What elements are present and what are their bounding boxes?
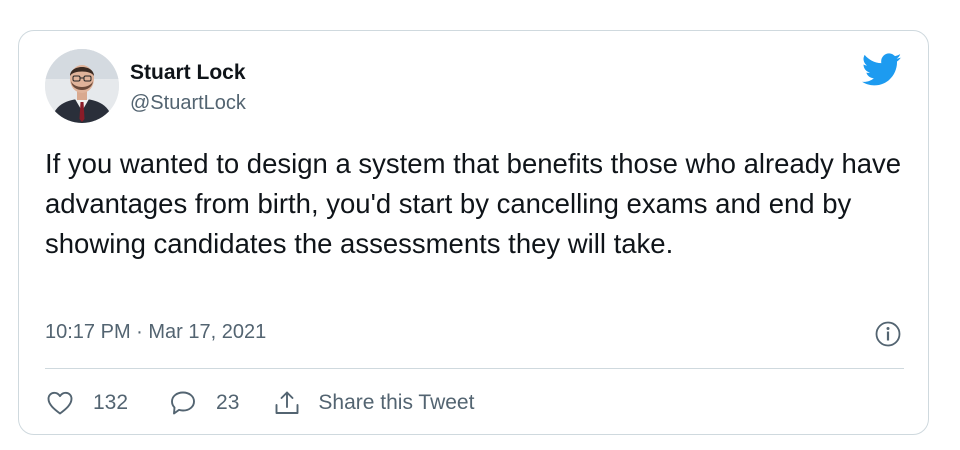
heart-icon (47, 391, 73, 415)
share-upload-icon (275, 391, 299, 414)
author-name[interactable]: Stuart Lock (130, 61, 246, 85)
divider (45, 368, 904, 369)
info-icon[interactable] (874, 320, 902, 348)
speech-bubble-icon (171, 391, 195, 415)
like-count: 132 (93, 391, 129, 414)
tweet-timestamp[interactable]: 10:17 PM · Mar 17, 2021 (45, 321, 266, 344)
reply-button[interactable]: 23 (168, 388, 239, 418)
author-handle[interactable]: @StuartLock (130, 92, 246, 115)
avatar-photo (45, 49, 119, 123)
tweet-card[interactable]: Stuart Lock @StuartLock If you wanted to… (18, 30, 929, 435)
like-button[interactable]: 132 (45, 388, 128, 418)
share-label: Share this Tweet (318, 391, 475, 414)
tweet-text: If you wanted to design a system that be… (45, 148, 902, 259)
avatar[interactable] (45, 49, 119, 123)
twitter-bird-icon[interactable] (862, 53, 902, 87)
share-button[interactable]: Share this Tweet (272, 388, 474, 418)
reply-count: 23 (216, 391, 240, 414)
tweet-actions: 132 23 Share this Tweet (45, 384, 474, 422)
